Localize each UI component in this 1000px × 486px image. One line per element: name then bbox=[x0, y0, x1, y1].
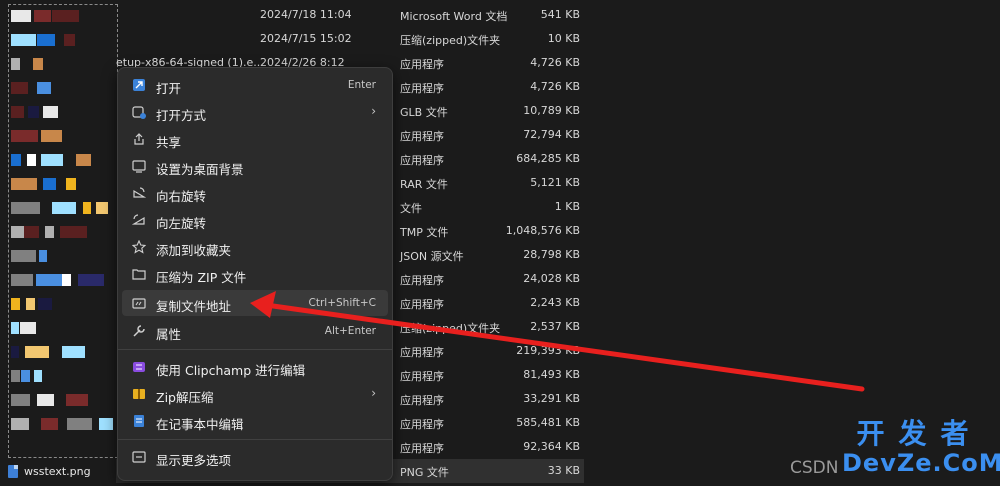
annotation-arrow bbox=[250, 291, 865, 392]
devze-logo: 开发者 DevZe.CoM bbox=[842, 417, 1000, 482]
csdn-watermark: CSDN bbox=[790, 458, 839, 478]
logo-top-text: 开发者 bbox=[856, 417, 983, 450]
logo-bottom-text: DevZe.CoM bbox=[842, 449, 1000, 477]
